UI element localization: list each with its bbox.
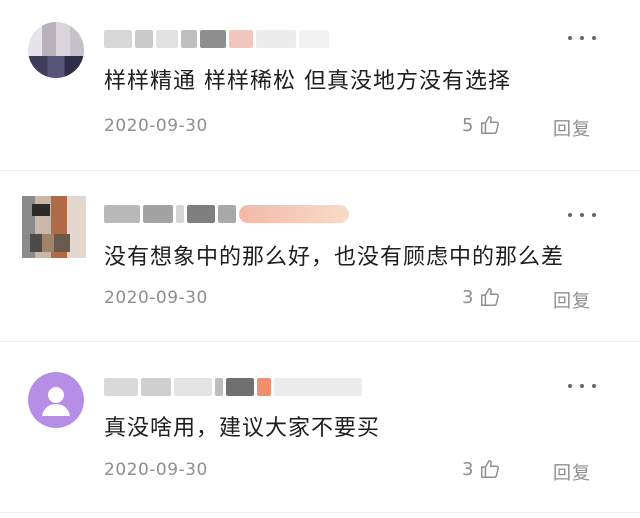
avatar[interactable]: [22, 196, 86, 258]
avatar[interactable]: [28, 22, 84, 78]
like-count: 5: [462, 114, 474, 136]
comment-date: 2020-09-30: [104, 460, 208, 480]
username-blurred[interactable]: [104, 28, 329, 50]
comment-date: 2020-09-30: [104, 116, 208, 136]
like-button[interactable]: 3: [462, 458, 501, 480]
comment-text: 样样精通 样样稀松 但真没地方没有选择: [104, 69, 511, 94]
comment-date: 2020-09-30: [104, 288, 208, 308]
comment-item: 真没啥用，建议大家不要买 2020-09-30 3 回复: [0, 342, 640, 513]
like-count: 3: [462, 458, 474, 480]
thumbs-up-icon: [481, 116, 500, 134]
user-silhouette-icon: [42, 387, 70, 416]
avatar[interactable]: [28, 372, 84, 428]
more-dots-icon[interactable]: [568, 209, 596, 221]
username-blurred[interactable]: [104, 376, 362, 398]
comment-item: 没有想象中的那么好，也没有顾虑中的那么差 2020-09-30 3 回复: [0, 171, 640, 342]
comment-text: 没有想象中的那么好，也没有顾虑中的那么差: [104, 245, 565, 270]
reply-button[interactable]: 回复: [553, 459, 591, 485]
more-dots-icon[interactable]: [568, 380, 596, 392]
like-button[interactable]: 3: [462, 286, 501, 308]
comment-item: 样样精通 样样稀松 但真没地方没有选择 2020-09-30 5 回复: [0, 0, 640, 171]
more-dots-icon[interactable]: [568, 32, 596, 44]
thumbs-up-icon: [481, 460, 500, 478]
comment-text: 真没啥用，建议大家不要买: [104, 416, 381, 441]
like-button[interactable]: 5: [462, 114, 501, 136]
username-blurred[interactable]: [104, 203, 349, 225]
reply-button[interactable]: 回复: [553, 115, 591, 141]
reply-button[interactable]: 回复: [553, 287, 591, 313]
thumbs-up-icon: [481, 288, 500, 306]
like-count: 3: [462, 286, 474, 308]
